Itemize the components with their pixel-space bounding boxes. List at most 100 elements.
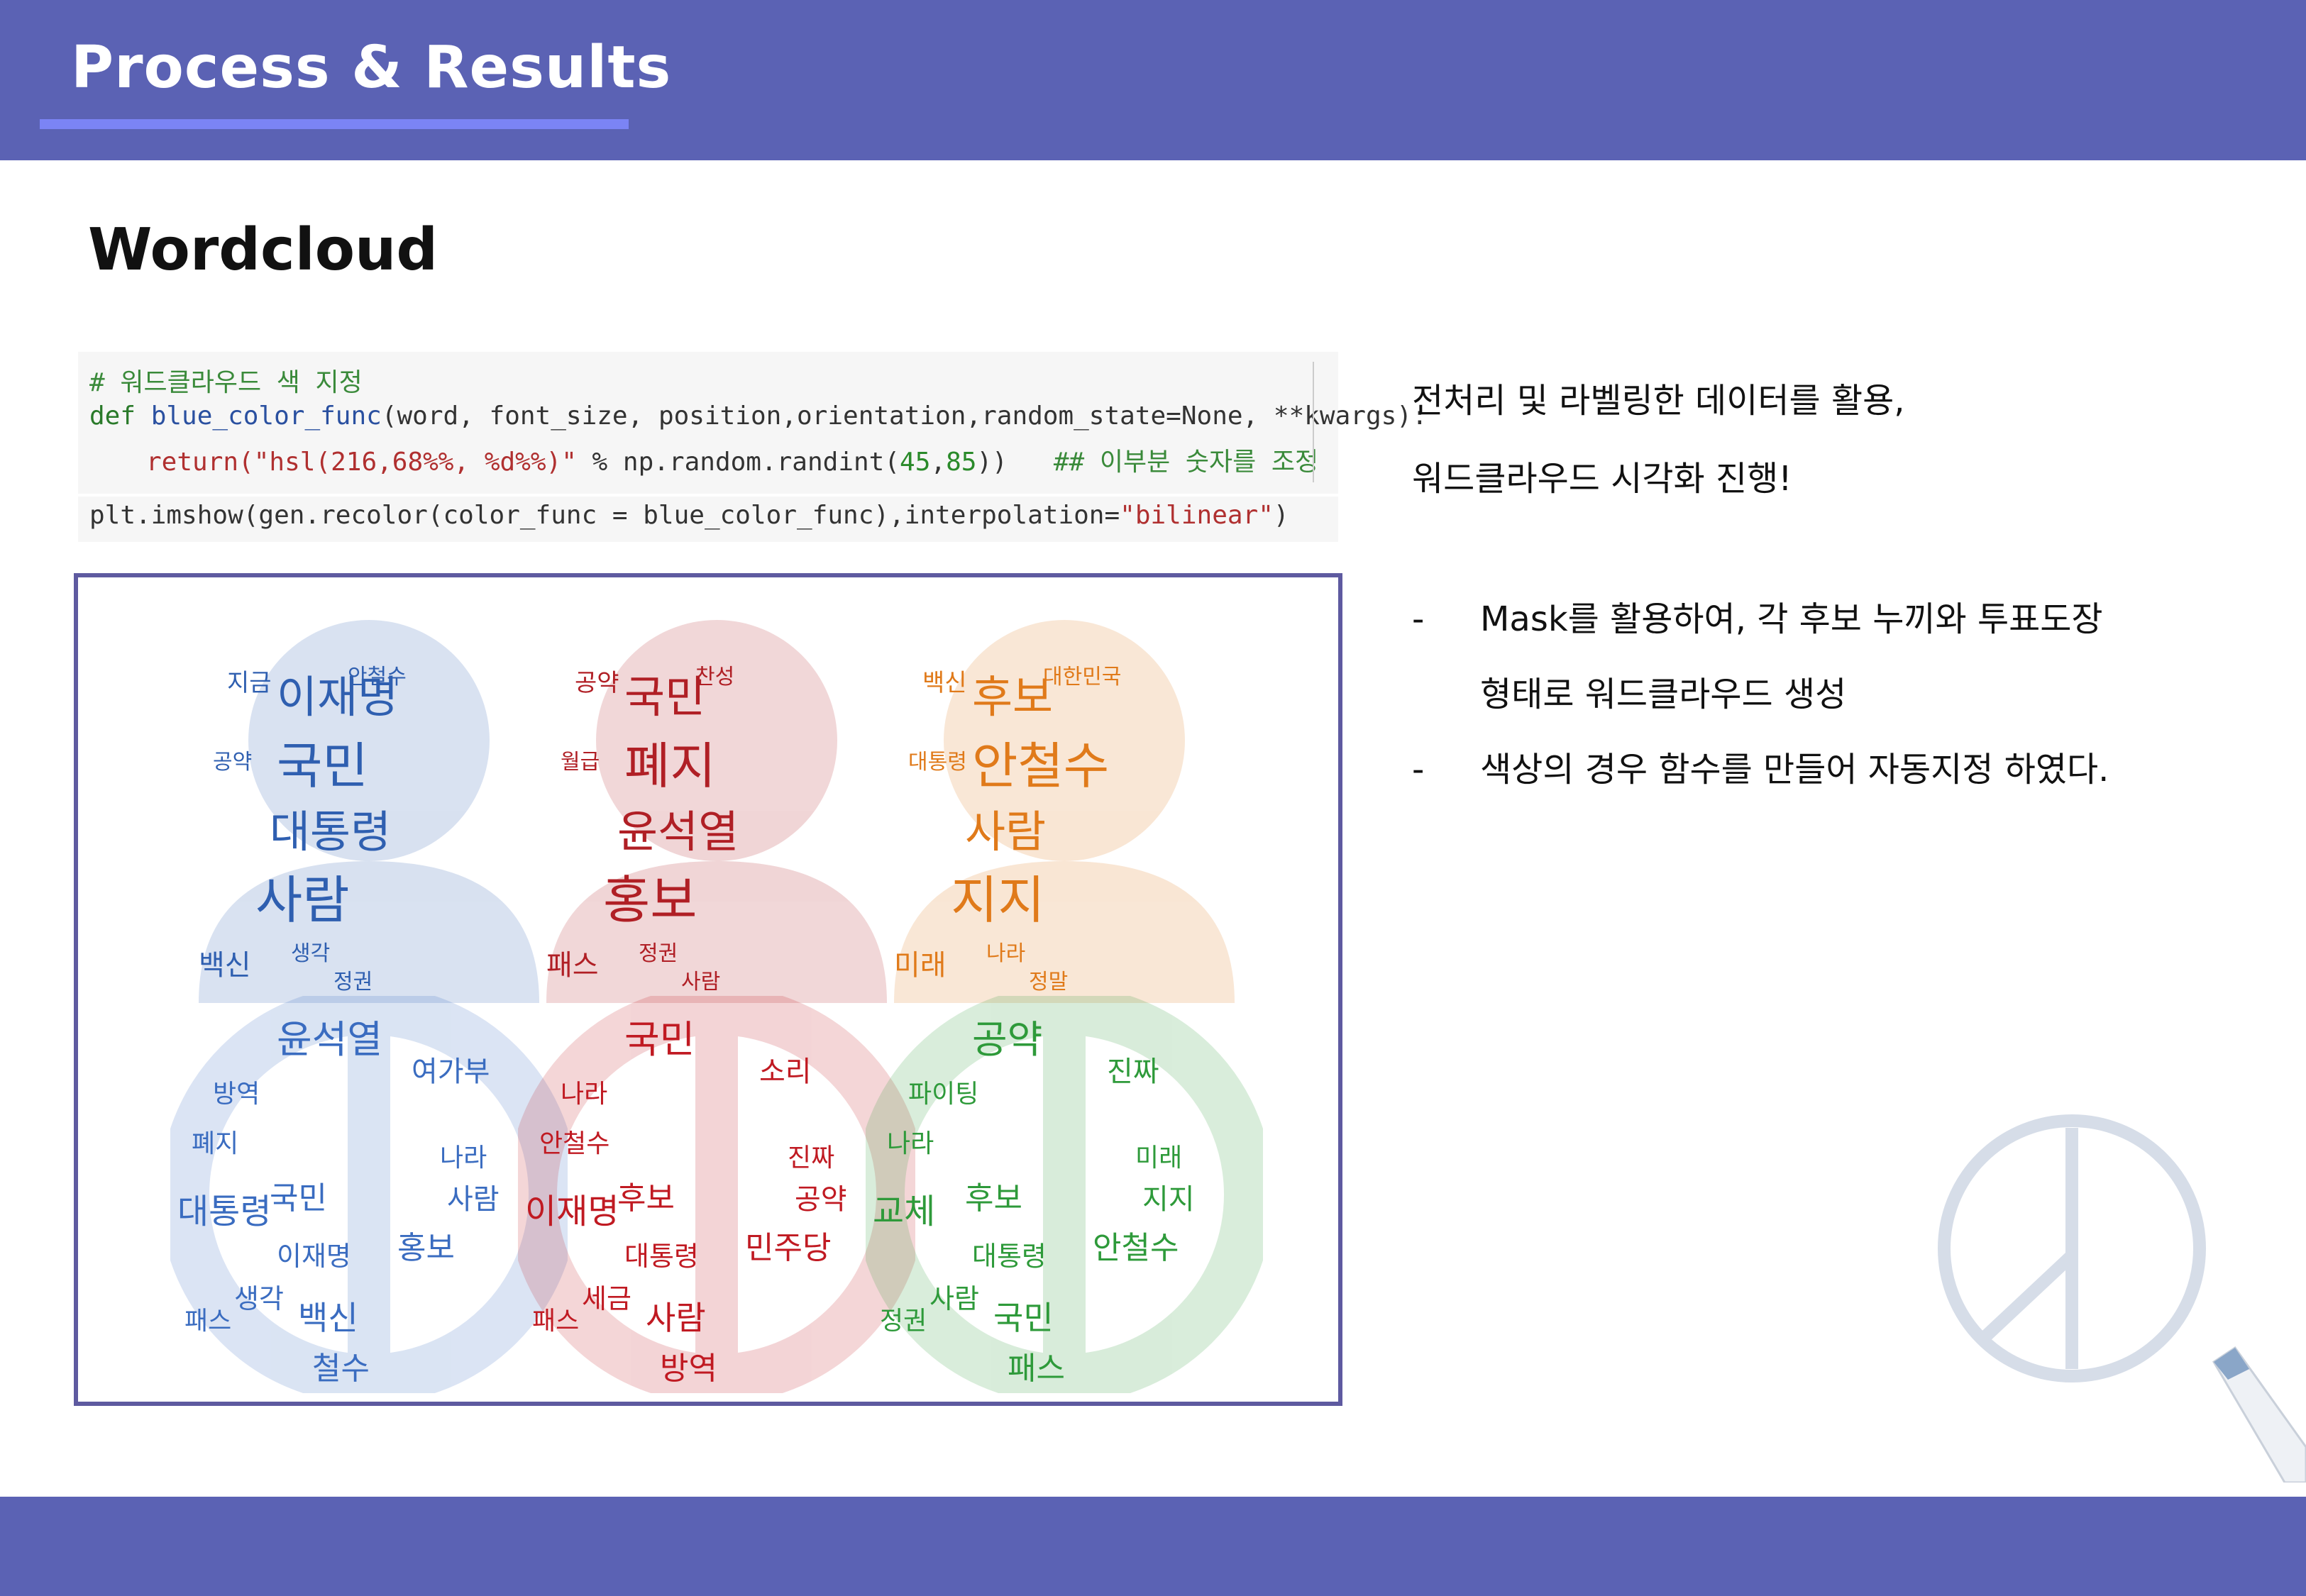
wordcloud-word: 대통령 [908, 750, 967, 775]
wordcloud-word: 나라 [440, 1143, 487, 1173]
wordcloud-word: 나라 [986, 941, 1025, 966]
wordcloud-word: 철수 [312, 1351, 370, 1387]
description-line-2: 워드클라우드 시각화 진행! [1412, 459, 1792, 499]
wordcloud-word: 생각 [291, 941, 330, 966]
wordcloud-word: 백신 [922, 669, 967, 697]
wordcloud-word: 사람 [681, 970, 720, 994]
code-return-keyword: return [146, 448, 239, 477]
wordcloud-word: 대한민국 [1043, 665, 1121, 689]
wordcloud-word: 월급 [561, 750, 600, 775]
title-underline [40, 119, 629, 129]
wordcloud-svg: 공약진짜파이팅나라교체 후보대통령 안철수 지지국민 정권사람패스 미래 [855, 985, 1274, 1404]
wordcloud-svg: 윤석열여가부방역폐지대통령국민이재명 홍보사람백신패스생각철수나라 [160, 985, 578, 1404]
wordcloud-word: 방역 [660, 1351, 717, 1387]
wordcloud-word: 대통령 [270, 806, 391, 858]
wordcloud-svg: 후보안철수사람지지미래 백신대통령 대한민국나라정말 [894, 620, 1235, 1003]
wordcloud-stamp-3: 공약 진짜 파이팅 나라 교체 후보 대통령 안철수 지지 국민 정권 사람 패스 미래 [855, 985, 1274, 1404]
wordcloud-word: 이재명 [277, 1241, 351, 1272]
bullet-item: - 색상의 경우 함수를 만들어 자동지정 하였다. [1412, 732, 2278, 807]
code-comma: , [930, 448, 947, 477]
wordcloud-word: 민주당 [745, 1230, 831, 1266]
wordcloud-word: 윤석열 [277, 1017, 382, 1062]
code-snippet: # 워드클라우드 색 지정 def blue_color_func(word, … [78, 352, 1428, 542]
wordcloud-word: 나라 [561, 1080, 607, 1109]
wordcloud-svg: 국민폐지윤석열홍보패스 공약월급 찬성정권사람 [546, 620, 887, 1003]
bullet-item: 형태로 워드클라우드 생성 [1412, 657, 2278, 732]
wordcloud-word: 생각 [234, 1283, 284, 1314]
wordcloud-word: 지지 [1142, 1183, 1195, 1216]
wordcloud-image-frame: 이재명 국민 대통령 사람 백신 지금 공약 안철수 생각 정권 국민 폐지 윤석열 홍보 패스 공약 월급 찬… [74, 573, 1342, 1406]
wordcloud-word: 후보 [972, 671, 1053, 723]
wordcloud-word: 진짜 [1107, 1055, 1159, 1088]
code-paren: ) [1273, 501, 1289, 530]
wordcloud-word: 사람 [255, 870, 349, 930]
wordcloud-word: 정권 [333, 970, 373, 994]
wordcloud-stamp-2: 국민 소리 나라 안철수 이재명 후보 대통령 민주당 공약 사람 패스 세금 방역 진짜 [507, 985, 926, 1404]
code-line-3: return("hsl(216,68%%, %d%%)" % np.random… [146, 441, 1318, 478]
code-string: ("hsl(216,68%%, %d%%)" [238, 448, 577, 477]
wordcloud-word: 공약 [213, 750, 252, 775]
code-paren: )) [976, 448, 1054, 477]
code-number: 85 [946, 448, 977, 477]
wordcloud-word: 미래 [894, 949, 947, 982]
wordcloud-candidate-2: 국민 폐지 윤석열 홍보 패스 공약 월급 찬성 정권 사람 [518, 606, 915, 1003]
wordcloud-word: 사람 [646, 1299, 706, 1337]
code-cell-divider [78, 494, 1338, 497]
code-function-name: blue_color_func [150, 401, 382, 431]
wordcloud-word: 이재명 [525, 1192, 619, 1231]
page-title: Process & Results [71, 34, 672, 101]
bullet-dash: - [1412, 750, 1425, 789]
bullet-dash: - [1412, 599, 1425, 639]
wordcloud-word: 사람 [929, 1283, 979, 1314]
code-line-2: def blue_color_func(word, font_size, pos… [89, 401, 1428, 431]
code-expression: % np.random.randint( [576, 448, 900, 477]
description: 전처리 및 라벨링한 데이터를 활용, 워드클라우드 시각화 진행! [1412, 362, 2263, 518]
wordcloud-word: 안철수 [348, 665, 407, 689]
wordcloud-word: 정권 [639, 941, 678, 966]
wordcloud-word: 백신 [199, 949, 251, 982]
section-title: Wordcloud [88, 216, 438, 284]
code-keyword: def [89, 401, 151, 431]
code-comment: # 워드클라우드 색 지정 [89, 368, 363, 397]
wordcloud-word: 안철수 [972, 737, 1109, 795]
footer-bar [0, 1497, 2306, 1596]
wordcloud-word: 안철수 [1093, 1230, 1179, 1266]
code-params: (word, font_size, position,orientation,r… [381, 401, 1428, 431]
wordcloud-word: 사람 [965, 806, 1046, 858]
wordcloud-word: 소리 [759, 1055, 812, 1088]
wordcloud-candidate-1: 이재명 국민 대통령 사람 백신 지금 공약 안철수 생각 정권 [170, 606, 568, 1003]
wordcloud-word: 후보 [617, 1180, 675, 1217]
wordcloud-word: 국민 [624, 1017, 695, 1062]
wordcloud-word: 패스 [1008, 1351, 1065, 1387]
ballot-stamp-logo [1938, 1114, 2206, 1382]
wordcloud-word: 세금 [582, 1283, 631, 1314]
description-line-1: 전처리 및 라벨링한 데이터를 활용, [1412, 381, 1905, 421]
wordcloud-word: 지지 [951, 870, 1044, 930]
wordcloud-word: 공약 [972, 1017, 1042, 1062]
code-line-1: # 워드클라우드 색 지정 [89, 362, 363, 399]
bullet-text: Mask를 활용하여, 각 후보 누끼와 투표도장 [1480, 599, 2103, 639]
wordcloud-stamp-1: 윤석열 여가부 방역 폐지 대통령 국민 이재명 홍보 사람 백신 패스 생각 철수 나라 [160, 985, 578, 1404]
code-inline-comment: ## 이부분 숫자를 조정 [1053, 448, 1319, 477]
wordcloud-word: 교체 [873, 1192, 935, 1231]
bullet-list: - Mask를 활용하여, 각 후보 누끼와 투표도장 형태로 워드클라우드 생성… [1412, 582, 2278, 807]
wordcloud-word: 공약 [795, 1183, 847, 1216]
wordcloud-word: 정말 [1029, 970, 1068, 994]
wordcloud-word: 대통령 [972, 1241, 1047, 1272]
wordcloud-word: 사람 [447, 1183, 500, 1216]
wordcloud-word: 국민 [624, 671, 705, 723]
wordcloud-word: 대통령 [624, 1241, 699, 1272]
wordcloud-word: 진짜 [788, 1143, 834, 1173]
bullet-item: - Mask를 활용하여, 각 후보 누끼와 투표도장 [1412, 582, 2278, 657]
wordcloud-word: 폐지 [624, 737, 716, 795]
wordcloud-word: 국민 [277, 737, 368, 795]
wordcloud-word: 찬성 [695, 665, 734, 689]
wordcloud-word: 미래 [1135, 1143, 1182, 1173]
wordcloud-word: 공약 [575, 669, 619, 697]
wordcloud-word: 정권 [880, 1307, 927, 1336]
code-separator [1313, 362, 1314, 482]
bullet-text: 색상의 경우 함수를 만들어 자동지정 하였다. [1480, 750, 2109, 789]
wordcloud-word: 방역 [213, 1080, 260, 1109]
wordcloud-word: 윤석열 [617, 806, 739, 858]
wordcloud-word: 국민 [270, 1180, 327, 1217]
